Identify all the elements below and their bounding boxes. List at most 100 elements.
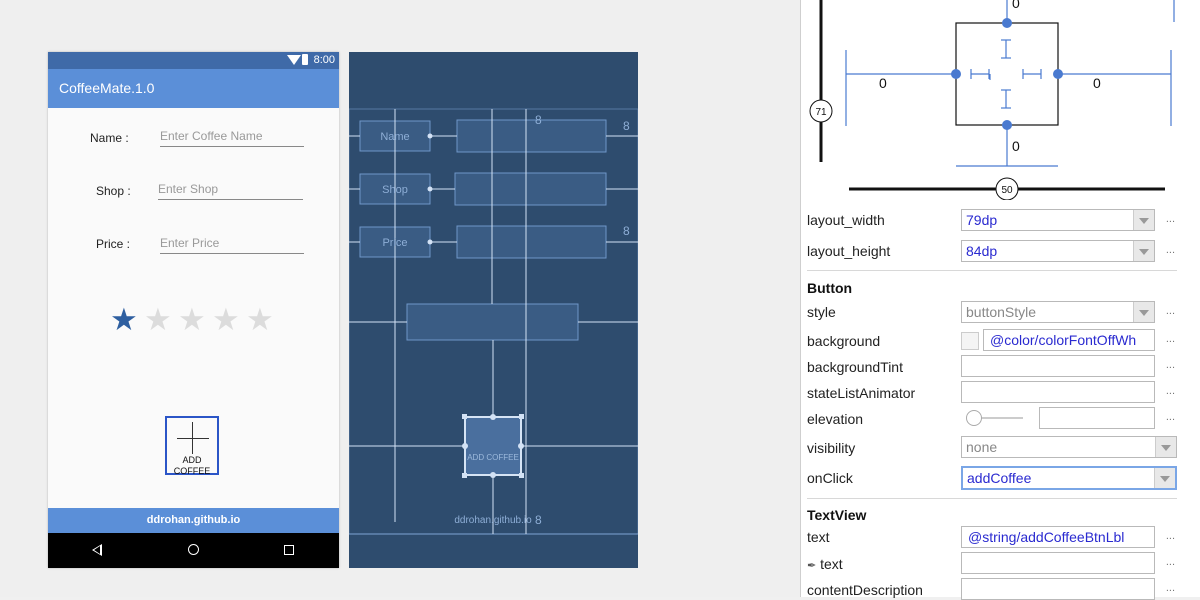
name-label: Name : (90, 131, 129, 145)
shop-input[interactable]: Enter Shop (158, 182, 303, 200)
style-more-button[interactable]: ... (1166, 305, 1175, 317)
battery-icon (302, 54, 308, 65)
layout-height-more-button[interactable]: ... (1166, 244, 1175, 256)
coffee-name-input[interactable]: Enter Coffee Name (160, 129, 304, 147)
chevron-down-icon[interactable] (1155, 437, 1176, 457)
blueprint-footer-text: ddrohan.github.io (454, 515, 532, 526)
design-canvas: 8:00 CoffeeMate.1.0 Name : Enter Coffee … (0, 0, 800, 597)
add-button-label-line2: COFFEE (173, 466, 211, 476)
layout-width-combo[interactable]: 79dp (961, 209, 1155, 231)
shop-label: Shop : (96, 184, 131, 198)
background-tint-field[interactable] (961, 355, 1155, 377)
shop-placeholder: Enter Shop (158, 182, 219, 196)
background-color-swatch[interactable] (961, 332, 979, 350)
onclick-combo[interactable]: addCoffee (961, 466, 1177, 490)
star-icon[interactable]: ★ (144, 304, 172, 335)
onclick-value: addCoffee (967, 470, 1032, 486)
price-input[interactable]: Enter Price (160, 236, 304, 254)
add-coffee-button[interactable]: ADD COFFEE (165, 416, 219, 476)
chevron-down-icon[interactable] (1133, 241, 1154, 261)
layout-height-label: layout_height (807, 243, 891, 259)
footer-text: ddrohan.github.io (146, 514, 241, 526)
star-icon[interactable]: ★ (246, 304, 274, 335)
elevation-more-button[interactable]: ... (1166, 411, 1175, 423)
background-value: @color/colorFontOffWh (990, 332, 1137, 348)
recents-icon[interactable] (284, 545, 294, 555)
chevron-down-icon[interactable] (1154, 468, 1175, 488)
onclick-label: onClick (807, 470, 853, 486)
blueprint-view[interactable]: Name Shop Price 8 8 8 8 ADD COFFEE ddroh… (349, 52, 638, 568)
chevron-down-icon[interactable] (1133, 210, 1154, 230)
background-label: background (807, 333, 881, 349)
star-icon[interactable]: ★ (212, 304, 240, 335)
home-icon[interactable] (188, 544, 199, 555)
tools-text-more-button[interactable]: ... (1166, 556, 1175, 568)
textview-section-title: TextView (807, 507, 867, 523)
status-time: 8:00 (313, 54, 335, 66)
horizontal-bias-value: 50 (1001, 185, 1013, 196)
app-bar: CoffeeMate.1.0 (48, 69, 339, 108)
blueprint-name-input-box (456, 119, 607, 153)
blueprint-margin: 8 (535, 113, 542, 127)
background-field[interactable]: @color/colorFontOffWh (983, 329, 1155, 351)
coffee-name-placeholder: Enter Coffee Name (160, 129, 263, 143)
wrench-icon: ✒ (807, 560, 817, 572)
phone-preview[interactable]: 8:00 CoffeeMate.1.0 Name : Enter Coffee … (48, 52, 339, 568)
layout-width-label: layout_width (807, 212, 885, 228)
blueprint-button-text: ADD COFFEE (467, 453, 519, 462)
layout-height-combo[interactable]: 84dp (961, 240, 1155, 262)
blueprint-shop-input-box (454, 172, 607, 206)
background-tint-label: backgroundTint (807, 359, 903, 375)
price-label: Price : (96, 237, 131, 251)
star-icon[interactable]: ★ (178, 304, 206, 335)
text-value: @string/addCoffeeBtnLbl (968, 529, 1125, 545)
background-tint-more-button[interactable]: ... (1166, 359, 1175, 371)
tools-text-label-text: text (820, 556, 843, 572)
layout-width-more-button[interactable]: ... (1166, 213, 1175, 225)
style-combo[interactable]: buttonStyle (961, 301, 1155, 323)
blueprint-margin: 8 (623, 119, 630, 133)
divider (807, 498, 1177, 499)
left-margin-value: 0 (879, 75, 887, 91)
elevation-slider-knob[interactable] (966, 410, 982, 426)
back-icon[interactable] (92, 544, 102, 556)
text-more-button[interactable]: ... (1166, 530, 1175, 542)
blueprint-label-name: Name (380, 131, 409, 143)
state-list-animator-label: stateListAnimator (807, 385, 916, 401)
state-list-animator-field[interactable] (961, 381, 1155, 403)
constraint-inspector[interactable]: 0 0 0 0 71 50 (801, 0, 1200, 201)
right-margin-value: 0 (1093, 75, 1101, 91)
visibility-combo[interactable]: none (961, 436, 1177, 458)
attributes-panel: 0 0 0 0 71 50 layout_width 79dp ... layo… (800, 0, 1200, 600)
button-section-title: Button (807, 280, 853, 296)
star-icon[interactable]: ★ (110, 304, 138, 335)
blueprint-label-shop: Shop (382, 184, 408, 196)
state-list-animator-more-button[interactable]: ... (1166, 385, 1175, 397)
tools-text-field[interactable] (961, 552, 1155, 574)
wifi-icon (287, 55, 301, 65)
elevation-label: elevation (807, 411, 864, 427)
layout-width-value: 79dp (966, 212, 998, 228)
blueprint-rating-box (406, 303, 579, 341)
style-value: buttonStyle (966, 304, 1037, 320)
text-label: text (807, 529, 830, 545)
footer-bar: ddrohan.github.io (48, 508, 339, 533)
content-description-more-button[interactable]: ... (1166, 582, 1175, 594)
visibility-label: visibility (807, 440, 856, 456)
background-more-button[interactable]: ... (1166, 333, 1175, 345)
chevron-down-icon[interactable] (1133, 302, 1154, 322)
blueprint-constraints: Name Shop Price 8 8 8 8 ADD COFFEE ddroh… (349, 108, 638, 535)
price-placeholder: Enter Price (160, 236, 220, 250)
top-margin-value: 0 (1012, 0, 1020, 11)
app-title: CoffeeMate.1.0 (59, 80, 155, 96)
layout-height-value: 84dp (966, 243, 998, 259)
text-field[interactable]: @string/addCoffeeBtnLbl (961, 526, 1155, 548)
status-bar: 8:00 (48, 52, 339, 69)
content-description-label: contentDescription (807, 582, 923, 598)
blueprint-margin: 8 (623, 224, 630, 238)
navigation-bar (48, 533, 339, 568)
vertical-bias-value: 71 (815, 107, 827, 118)
divider (807, 270, 1177, 271)
blueprint-margin: 8 (535, 513, 542, 527)
elevation-field[interactable] (1039, 407, 1155, 429)
